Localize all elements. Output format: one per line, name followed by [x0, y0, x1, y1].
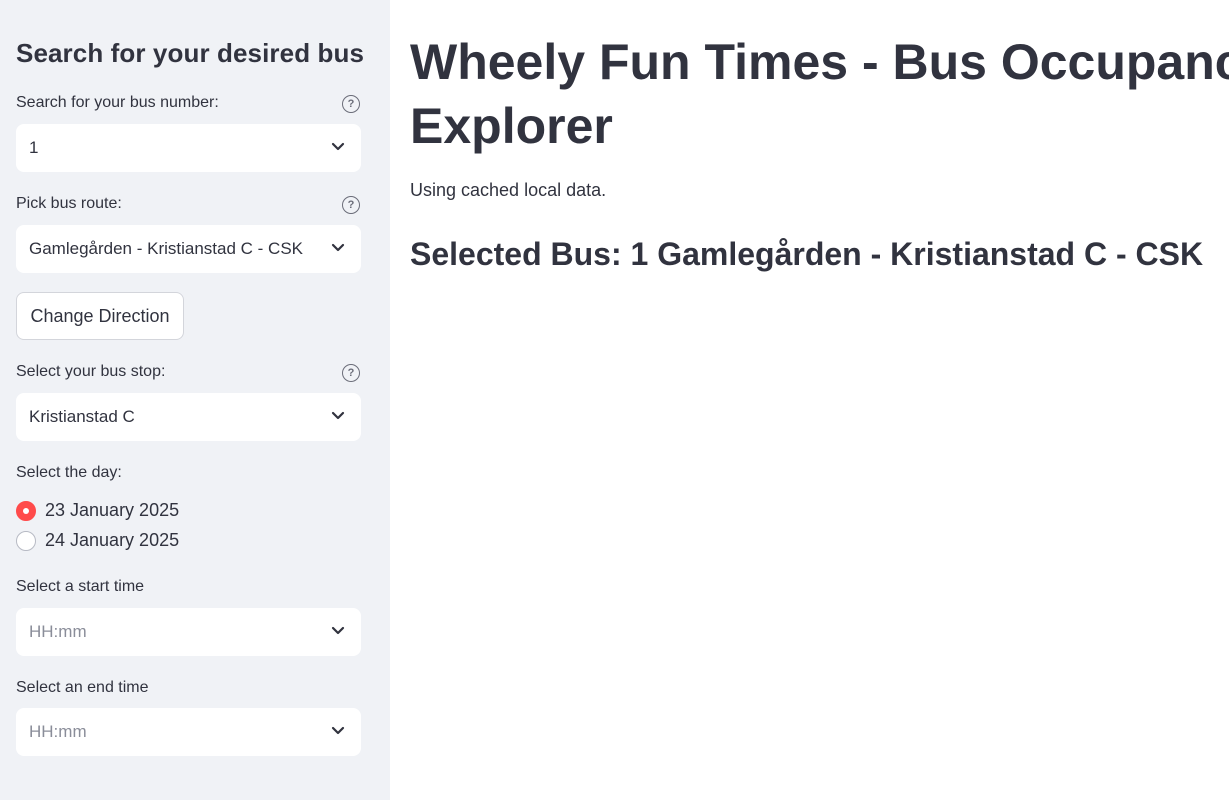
help-icon[interactable]: ? — [342, 196, 360, 214]
route-select[interactable]: Gamlegården - Kristianstad C - CSK — [16, 225, 361, 273]
chevron-down-icon — [331, 411, 345, 420]
page-title: Wheely Fun Times - Bus Occupancy Explore… — [410, 30, 1229, 158]
bus-number-label: Search for your bus number: — [16, 94, 219, 111]
bus-number-value: 1 — [29, 138, 39, 157]
main-content: Wheely Fun Times - Bus Occupancy Explore… — [390, 0, 1229, 800]
day-label: Select the day: — [16, 464, 122, 481]
start-time-placeholder: HH:mm — [29, 622, 87, 641]
route-value: Gamlegården - Kristianstad C - CSK — [29, 239, 303, 258]
radio-selected-icon[interactable] — [16, 500, 36, 521]
chevron-down-icon — [331, 142, 345, 151]
stop-select[interactable]: Kristianstad C — [16, 393, 361, 441]
data-source-note: Using cached local data. — [410, 180, 607, 200]
day-option-label: 24 January 2025 — [45, 530, 180, 550]
help-icon[interactable]: ? — [342, 364, 360, 382]
start-time-select[interactable]: HH:mm — [16, 608, 361, 656]
radio-unselected-icon[interactable] — [16, 530, 36, 551]
end-time-label: Select an end time — [16, 679, 149, 696]
change-direction-button[interactable]: Change Direction — [16, 292, 184, 340]
route-label: Pick bus route: — [16, 195, 122, 212]
end-time-placeholder: HH:mm — [29, 722, 87, 741]
day-option[interactable]: 23 January 2025 — [16, 500, 179, 521]
chevron-down-icon — [331, 626, 345, 635]
sidebar: Search for your desired bus Search for y… — [0, 0, 390, 800]
end-time-select[interactable]: HH:mm — [16, 708, 361, 756]
page-title-line-1: Wheely Fun Times - Bus Occupancy — [410, 34, 1229, 90]
day-option[interactable]: 24 January 2025 — [16, 530, 179, 551]
stop-label: Select your bus stop: — [16, 363, 166, 380]
chevron-down-icon — [331, 243, 345, 252]
app: Search for your desired bus Search for y… — [0, 0, 1229, 800]
sidebar-title: Search for your desired bus — [16, 38, 365, 68]
chevron-down-icon — [331, 726, 345, 735]
page-title-line-2: Explorer — [410, 98, 613, 154]
bus-number-select[interactable]: 1 — [16, 124, 361, 172]
selected-bus-heading: Selected Bus: 1 Gamlegården - Kristianst… — [410, 236, 1204, 272]
stop-value: Kristianstad C — [29, 407, 135, 426]
start-time-label: Select a start time — [16, 578, 145, 595]
day-option-label: 23 January 2025 — [45, 500, 180, 520]
help-icon[interactable]: ? — [342, 95, 360, 113]
